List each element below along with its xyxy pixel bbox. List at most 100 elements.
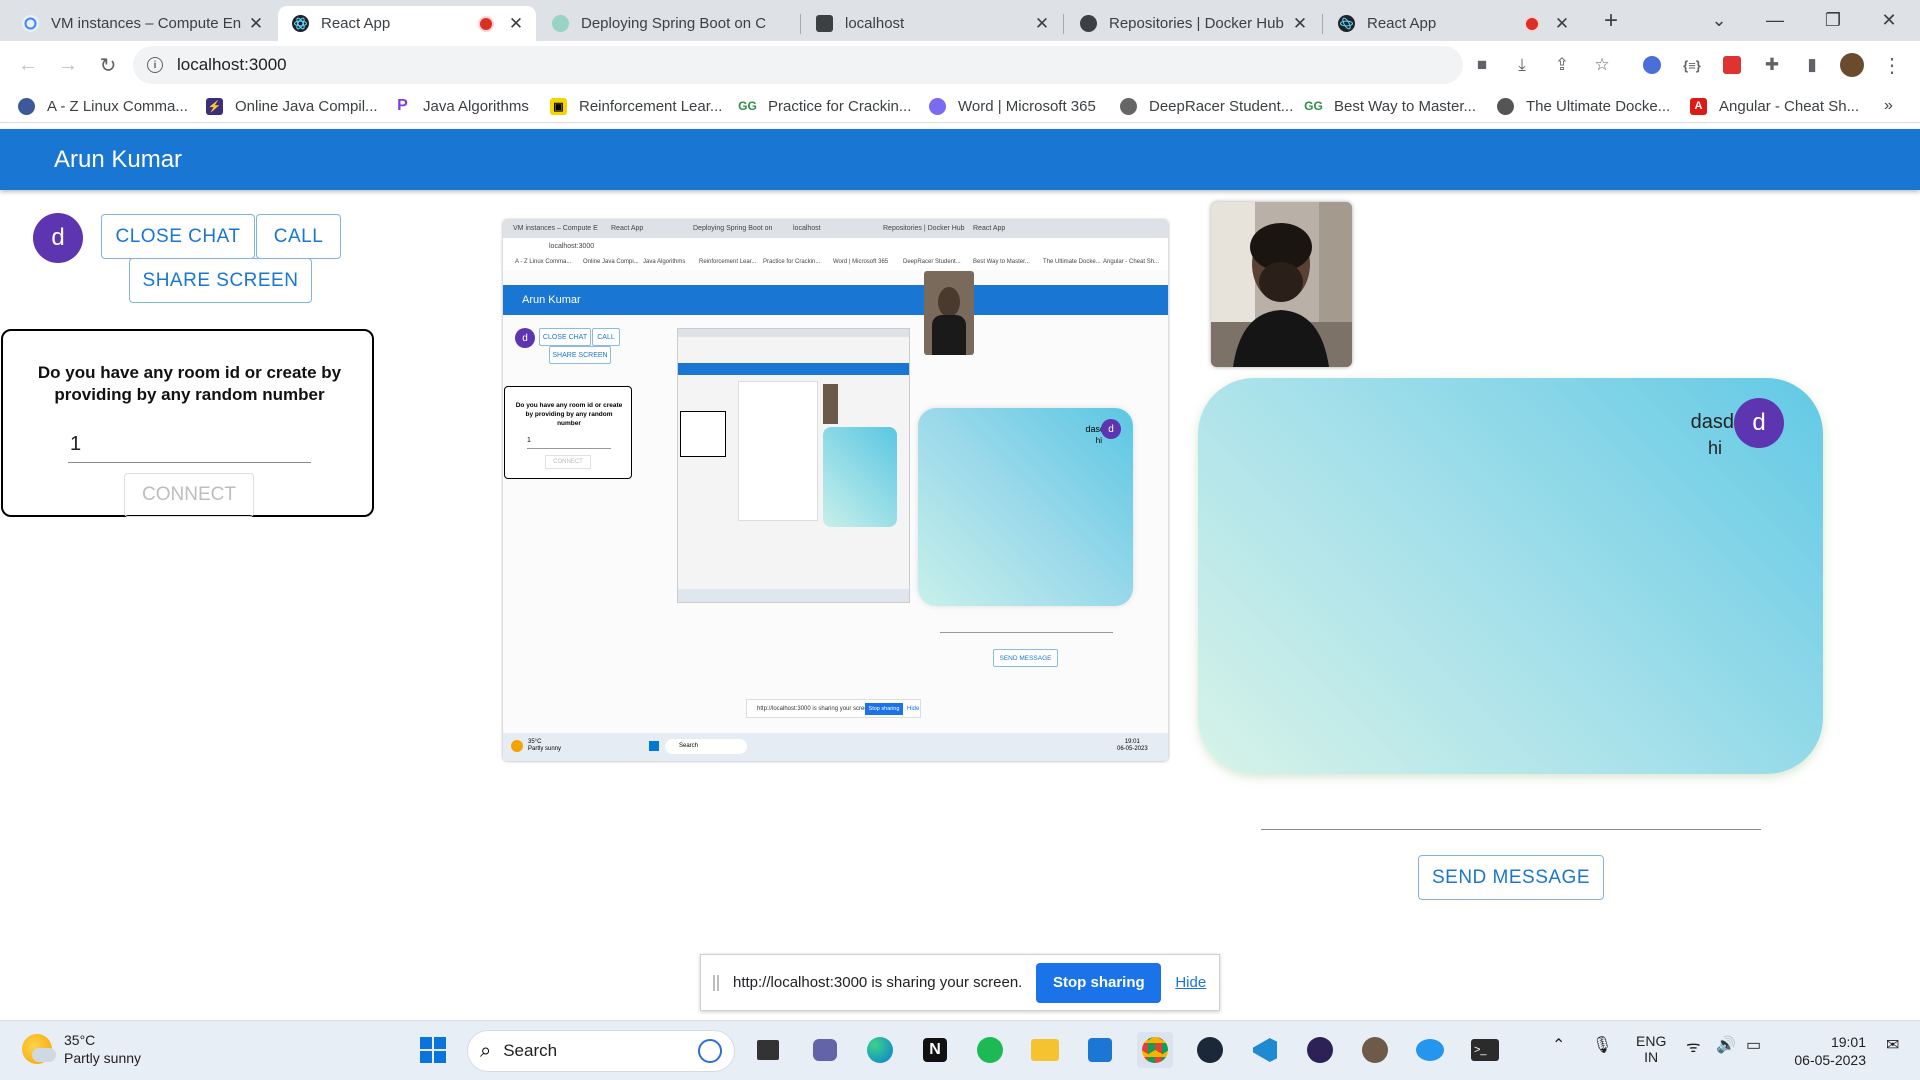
send-message-button[interactable]: SEND MESSAGE bbox=[1418, 855, 1604, 900]
clock-time: 19:01 bbox=[1830, 1034, 1866, 1050]
bookmark-item[interactable]: A - Z Linux Comma... bbox=[18, 95, 188, 117]
close-chat-button[interactable]: CLOSE CHAT bbox=[101, 214, 255, 259]
back-icon[interactable]: ← bbox=[14, 51, 42, 79]
tab-react-app-active[interactable]: React App ✕ bbox=[278, 6, 536, 41]
forward-icon[interactable]: → bbox=[54, 51, 82, 79]
puzzle-icon[interactable]: ✚ bbox=[1760, 53, 1784, 77]
connect-button[interactable]: CONNECT bbox=[124, 473, 254, 517]
steam-icon[interactable] bbox=[1192, 1032, 1228, 1068]
json-extension-icon[interactable]: {≡} bbox=[1680, 53, 1704, 77]
drag-handle-icon[interactable] bbox=[713, 974, 719, 991]
tab-spring-boot[interactable]: Deploying Spring Boot on C bbox=[538, 6, 798, 41]
webcam-person-image bbox=[1211, 202, 1352, 367]
bookmark-item[interactable]: ▣ Reinforcement Lear... bbox=[550, 95, 722, 117]
tab-search-icon[interactable]: ⌄ bbox=[1696, 0, 1742, 41]
tab-docker-hub[interactable]: Repositories | Docker Hub ✕ bbox=[1066, 6, 1320, 41]
chevron-up-icon[interactable]: ⌃ bbox=[1552, 1035, 1565, 1055]
bookmark-star-icon[interactable]: ☆ bbox=[1590, 53, 1614, 77]
close-icon[interactable]: ✕ bbox=[1552, 14, 1572, 34]
chrome-icon[interactable] bbox=[1137, 1032, 1173, 1068]
menu-icon[interactable]: ⋮ bbox=[1880, 53, 1904, 77]
spotify-icon[interactable] bbox=[972, 1032, 1008, 1068]
hide-link[interactable]: Hide bbox=[1175, 974, 1206, 991]
sharing-status-text: http://localhost:3000 is sharing your sc… bbox=[733, 974, 1023, 991]
clock[interactable]: 19:01 06-05-2023 bbox=[1788, 1033, 1866, 1069]
bookmark-item[interactable]: ⚡ Online Java Compil... bbox=[206, 95, 378, 117]
teams-icon[interactable] bbox=[807, 1032, 843, 1068]
notifications-icon[interactable]: ✉ bbox=[1886, 1035, 1899, 1055]
camera-icon[interactable]: ■ bbox=[1470, 53, 1494, 77]
terminal-icon[interactable]: >_ bbox=[1467, 1032, 1503, 1068]
window-close-icon[interactable]: ✕ bbox=[1866, 0, 1912, 41]
edge-icon[interactable] bbox=[862, 1032, 898, 1068]
room-question: Do you have any room id or create by pro… bbox=[37, 363, 342, 404]
stop-sharing-button[interactable]: Stop sharing bbox=[1036, 962, 1162, 1003]
extension-icon[interactable] bbox=[1720, 53, 1744, 77]
shared-call: CALL bbox=[592, 328, 620, 346]
partly-sunny-icon bbox=[22, 1034, 56, 1064]
bookmark-item[interactable]: GG Practice for Crackin... bbox=[738, 95, 912, 117]
tab-label: Repositories | Docker Hub bbox=[1109, 15, 1284, 32]
bookmark-item[interactable]: The Ultimate Docke... bbox=[1497, 95, 1670, 117]
bookmark-icon: ⚡ bbox=[206, 97, 223, 115]
wifi-icon[interactable]: ᯤ bbox=[1686, 1035, 1701, 1057]
close-icon[interactable]: ✕ bbox=[506, 14, 526, 34]
shared-taskbar: 35°C Partly sunny Search 19:01 06-05-2023 bbox=[503, 733, 1168, 761]
room-panel: Do you have any room id or create by pro… bbox=[1, 329, 374, 517]
close-icon[interactable]: ✕ bbox=[1032, 14, 1052, 34]
message-input[interactable] bbox=[1261, 829, 1761, 830]
browser-tab-strip: VM instances – Compute En ✕ React App ✕ … bbox=[0, 0, 1920, 41]
bookmarks-more-button[interactable]: » bbox=[1884, 95, 1893, 117]
call-button[interactable]: CALL bbox=[256, 214, 341, 259]
close-icon[interactable]: ✕ bbox=[246, 14, 266, 34]
room-id-input[interactable]: 1 bbox=[68, 433, 311, 463]
language-indicator[interactable]: ENG IN bbox=[1636, 1033, 1666, 1065]
taskbar-search[interactable]: ⌕ Search bbox=[467, 1030, 735, 1072]
tab-react-app-2[interactable]: React App ✕ bbox=[1324, 6, 1582, 41]
task-view-icon[interactable] bbox=[750, 1032, 786, 1068]
minimize-icon[interactable]: — bbox=[1752, 0, 1798, 41]
install-icon[interactable]: ⤓ bbox=[1510, 53, 1534, 77]
address-bar[interactable]: i localhost:3000 bbox=[133, 46, 1463, 84]
close-icon[interactable]: ✕ bbox=[1290, 14, 1310, 34]
new-tab-button[interactable]: + bbox=[1588, 0, 1634, 41]
bookmark-item[interactable]: Word | Microsoft 365 bbox=[929, 95, 1096, 117]
bookmark-item[interactable]: DeepRacer Student... bbox=[1120, 95, 1293, 117]
restore-icon[interactable]: ❐ bbox=[1810, 0, 1856, 41]
side-panel-icon[interactable]: ▮ bbox=[1800, 53, 1824, 77]
battery-icon[interactable]: ▭ bbox=[1746, 1035, 1761, 1055]
tab-vm-instances[interactable]: VM instances – Compute En ✕ bbox=[8, 6, 276, 41]
shared-room-panel: Do you have any room id or create by pro… bbox=[504, 386, 632, 479]
extension-icon[interactable] bbox=[1640, 53, 1664, 77]
bookmarks-bar: A - Z Linux Comma... ⚡ Online Java Compil… bbox=[0, 89, 1920, 123]
tab-localhost[interactable]: localhost ✕ bbox=[802, 6, 1062, 41]
site-info-icon[interactable]: i bbox=[147, 57, 163, 73]
screen-sharing-bar: http://localhost:3000 is sharing your sc… bbox=[700, 954, 1220, 1011]
notion-icon[interactable]: N bbox=[917, 1032, 953, 1068]
profile-avatar[interactable] bbox=[1840, 53, 1864, 77]
volume-icon[interactable]: 🔊 bbox=[1716, 1035, 1736, 1055]
bookmark-item[interactable]: P Java Algorithms bbox=[394, 95, 529, 117]
share-screen-button[interactable]: SHARE SCREEN bbox=[129, 258, 312, 303]
bookmark-item[interactable]: A Angular - Cheat Sh... bbox=[1690, 95, 1859, 117]
doc-icon bbox=[552, 15, 569, 32]
region-code: IN bbox=[1644, 1049, 1659, 1065]
shared-tab-strip: VM instances – Compute E React App Deplo… bbox=[503, 220, 1168, 238]
bookmark-item[interactable]: GG Best Way to Master... bbox=[1304, 95, 1476, 117]
game-icon[interactable] bbox=[1357, 1032, 1393, 1068]
bookmark-label: Online Java Compil... bbox=[235, 97, 378, 115]
bookmark-label: Word | Microsoft 365 bbox=[958, 97, 1096, 115]
react-icon bbox=[1338, 15, 1355, 32]
docker-taskbar-icon[interactable] bbox=[1412, 1032, 1448, 1068]
eclipse-icon[interactable] bbox=[1302, 1032, 1338, 1068]
share-icon[interactable]: ⇪ bbox=[1550, 53, 1574, 77]
start-icon[interactable] bbox=[415, 1032, 451, 1068]
weather-widget[interactable]: 35°C Partly sunny bbox=[22, 1031, 141, 1067]
store-icon[interactable] bbox=[1082, 1032, 1118, 1068]
microphone-icon[interactable]: 🎙 bbox=[1592, 1035, 1612, 1055]
react-icon bbox=[292, 15, 309, 32]
vscode-icon[interactable] bbox=[1247, 1032, 1283, 1068]
bookmark-label: Practice for Crackin... bbox=[768, 97, 912, 115]
file-explorer-icon[interactable] bbox=[1027, 1032, 1063, 1068]
reload-icon[interactable]: ↻ bbox=[94, 51, 122, 79]
